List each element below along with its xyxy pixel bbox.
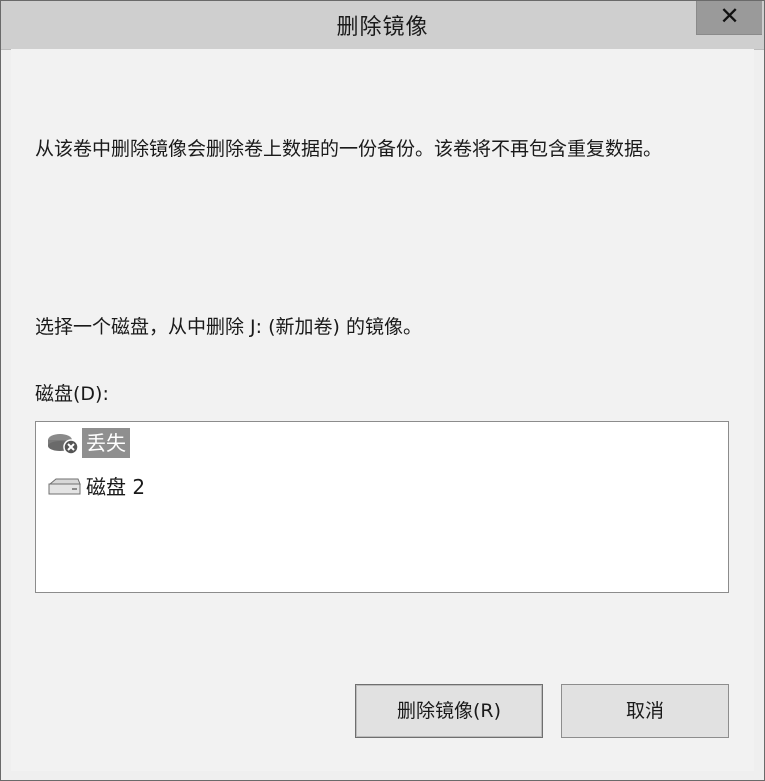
disk-listbox[interactable]: 丢失 磁盘 2 (35, 421, 729, 593)
list-item-disk-2[interactable]: 磁盘 2 (46, 470, 149, 504)
dialog-body: 从该卷中删除镜像会删除卷上数据的一份备份。该卷将不再包含重复数据。 选择一个磁盘… (11, 49, 754, 771)
list-item-missing-disk[interactable]: 丢失 (46, 426, 130, 460)
missing-disk-icon (46, 430, 82, 456)
disk-list-label: 磁盘(D): (35, 383, 109, 405)
cancel-button[interactable]: 取消 (561, 684, 729, 738)
disk-label-missing: 丢失 (82, 428, 130, 458)
disk-drive-icon (46, 474, 82, 500)
title-bar: 删除镜像 ✕ (1, 1, 764, 50)
dialog-title: 删除镜像 (336, 15, 429, 40)
close-button[interactable]: ✕ (696, 1, 762, 35)
remove-mirror-dialog: 删除镜像 ✕ 从该卷中删除镜像会删除卷上数据的一份备份。该卷将不再包含重复数据。… (0, 0, 765, 781)
close-icon: ✕ (719, 2, 740, 30)
disk-label-2: 磁盘 2 (86, 475, 146, 499)
description-text: 从该卷中删除镜像会删除卷上数据的一份备份。该卷将不再包含重复数据。 (35, 138, 663, 160)
instruction-text: 选择一个磁盘，从中删除 J: (新加卷) 的镜像。 (35, 316, 422, 338)
remove-mirror-button[interactable]: 删除镜像(R) (355, 684, 543, 738)
